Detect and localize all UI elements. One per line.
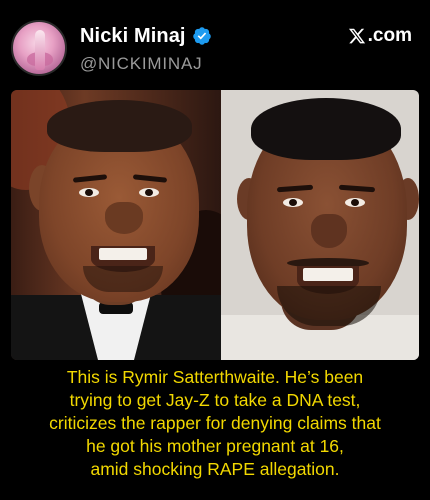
post-header: Nicki Minaj @NICKIMINAJ .com [0, 0, 430, 90]
left-photo [11, 90, 221, 360]
verified-badge-icon [192, 27, 211, 45]
brand-text: .com [367, 25, 412, 46]
brand-label: .com [348, 25, 412, 47]
caption-line: he got his mother pregnant at 16, [86, 436, 344, 456]
caption-line: trying to get Jay-Z to take a DNA test, [69, 390, 361, 410]
post-image[interactable] [11, 90, 419, 360]
author-name[interactable]: Nicki Minaj [80, 25, 186, 48]
x-logo-icon [348, 28, 365, 44]
author-handle[interactable]: @NICKIMINAJ [80, 54, 202, 74]
caption-line: This is Rymir Satterthwaite. He’s been [66, 367, 364, 387]
caption-line: amid shocking RAPE allegation. [90, 459, 340, 479]
caption-line: criticizes the rapper for denying claims… [49, 413, 381, 433]
right-photo [221, 90, 419, 360]
author-row: Nicki Minaj [80, 24, 212, 48]
post-caption: This is Rymir Satterthwaite. He’s been t… [0, 366, 430, 481]
avatar[interactable] [11, 20, 67, 76]
